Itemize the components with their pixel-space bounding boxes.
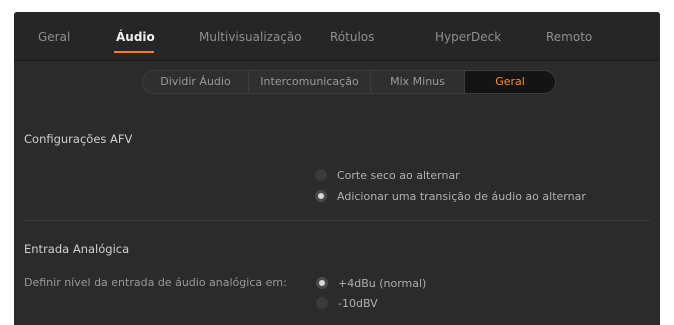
analog-option-10dbv[interactable]: -10dBV bbox=[316, 295, 378, 311]
tab-audio[interactable]: Áudio bbox=[116, 30, 155, 44]
subtab-mix-minus[interactable]: Mix Minus bbox=[371, 71, 465, 93]
afv-option-label: Adicionar uma transição de áudio ao alte… bbox=[337, 189, 586, 203]
section-divider bbox=[24, 220, 650, 221]
analog-option-label: -10dBV bbox=[338, 296, 378, 310]
radio-button-analog-0[interactable] bbox=[316, 277, 328, 289]
subtab-dividir-audio[interactable]: Dividir Áudio bbox=[143, 71, 249, 93]
analog-level-label: Definir nível da entrada de áudio analóg… bbox=[24, 276, 287, 289]
tab-multivisualizacao[interactable]: Multivisualização bbox=[199, 30, 302, 44]
afv-section-title: Configurações AFV bbox=[24, 132, 133, 146]
analog-option-label: +4dBu (normal) bbox=[338, 276, 427, 290]
radio-button-analog-1[interactable] bbox=[316, 297, 328, 309]
afv-option-transicao[interactable]: Adicionar uma transição de áudio ao alte… bbox=[315, 188, 586, 204]
radio-button-afv-1[interactable] bbox=[315, 190, 327, 202]
active-tab-indicator bbox=[114, 51, 154, 53]
tab-hyperdeck[interactable]: HyperDeck bbox=[435, 30, 501, 44]
analog-option-4dbu[interactable]: +4dBu (normal) bbox=[316, 275, 426, 291]
afv-option-label: Corte seco ao alternar bbox=[337, 168, 460, 182]
tab-geral[interactable]: Geral bbox=[38, 30, 70, 44]
tab-remoto[interactable]: Remoto bbox=[546, 30, 592, 44]
audio-settings-panel: Geral Áudio Multivisualização Rótulos Hy… bbox=[14, 12, 660, 325]
audio-subtab-selector: Dividir Áudio Intercomunicação Mix Minus… bbox=[142, 70, 556, 94]
tab-rotulos[interactable]: Rótulos bbox=[330, 30, 374, 44]
analog-input-section-title: Entrada Analógica bbox=[24, 242, 130, 256]
settings-tab-bar: Geral Áudio Multivisualização Rótulos Hy… bbox=[14, 12, 660, 61]
subtab-intercomunicacao[interactable]: Intercomunicação bbox=[249, 71, 371, 93]
afv-option-corte-seco[interactable]: Corte seco ao alternar bbox=[315, 167, 460, 183]
radio-button-afv-0[interactable] bbox=[315, 169, 327, 181]
subtab-geral[interactable]: Geral bbox=[465, 71, 555, 93]
